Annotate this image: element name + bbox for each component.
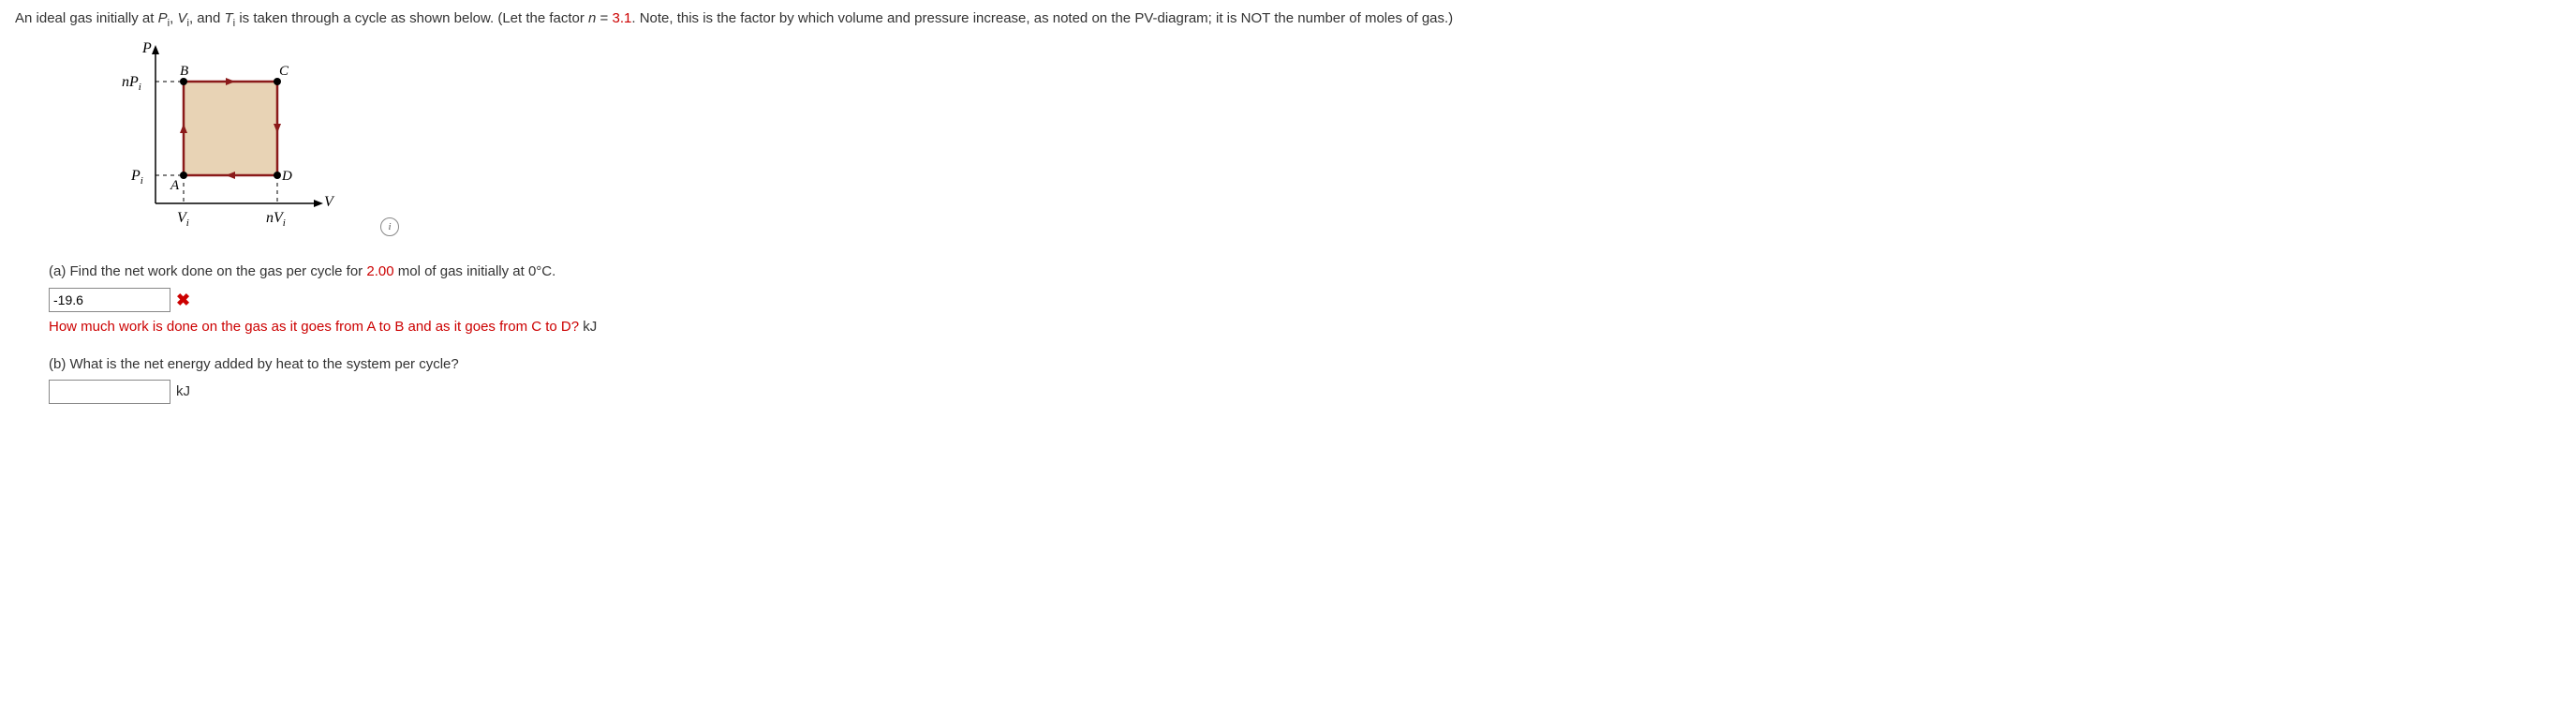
part-a-prompt: (a) Find the net work done on the gas pe… <box>49 261 1547 283</box>
svg-text:A: A <box>170 178 180 193</box>
svg-text:D: D <box>281 169 292 184</box>
txt: (a) Find the net work done on the gas pe… <box>49 263 366 279</box>
sym-v: V <box>177 10 186 26</box>
sym-p: P <box>158 10 168 26</box>
n-value: 3.1 <box>613 10 632 26</box>
unit: kJ <box>579 319 597 335</box>
svg-text:Pi: Pi <box>130 168 143 187</box>
svg-text:nVi: nVi <box>266 210 286 229</box>
sym-t: T <box>225 10 233 26</box>
problem-statement: An ideal gas initially at Pi, Vi, and Ti… <box>15 7 2561 32</box>
unit: kJ <box>176 381 190 403</box>
part-a: (a) Find the net work done on the gas pe… <box>49 261 1547 338</box>
svg-text:Vi: Vi <box>177 210 189 229</box>
hint-text: How much work is done on the gas as it g… <box>49 319 579 335</box>
pv-diagram: P V nPi Pi Vi nVi B C D A i <box>109 39 352 246</box>
part-a-answer-input[interactable] <box>49 288 170 312</box>
part-a-hint: How much work is done on the gas as it g… <box>49 316 1547 338</box>
part-b: (b) What is the net energy added by heat… <box>49 353 1547 404</box>
svg-text:P: P <box>141 40 152 56</box>
txt: mol of gas initially at 0°C. <box>394 263 556 279</box>
txt: is taken through a cycle as shown below.… <box>235 10 588 26</box>
info-icon[interactable]: i <box>380 217 399 236</box>
part-b-prompt: (b) What is the net energy added by heat… <box>49 353 1547 376</box>
svg-text:B: B <box>180 64 188 79</box>
part-b-answer-input[interactable] <box>49 380 170 404</box>
incorrect-icon: ✖ <box>176 287 190 314</box>
svg-text:V: V <box>324 194 335 210</box>
moles-value: 2.00 <box>366 263 393 279</box>
txt: . Note, this is the factor by which volu… <box>631 10 1453 26</box>
txt: An ideal gas initially at <box>15 10 158 26</box>
svg-text:C: C <box>279 64 289 79</box>
svg-text:nPi: nPi <box>122 74 141 93</box>
txt: = <box>596 10 612 26</box>
txt: , and <box>189 10 225 26</box>
